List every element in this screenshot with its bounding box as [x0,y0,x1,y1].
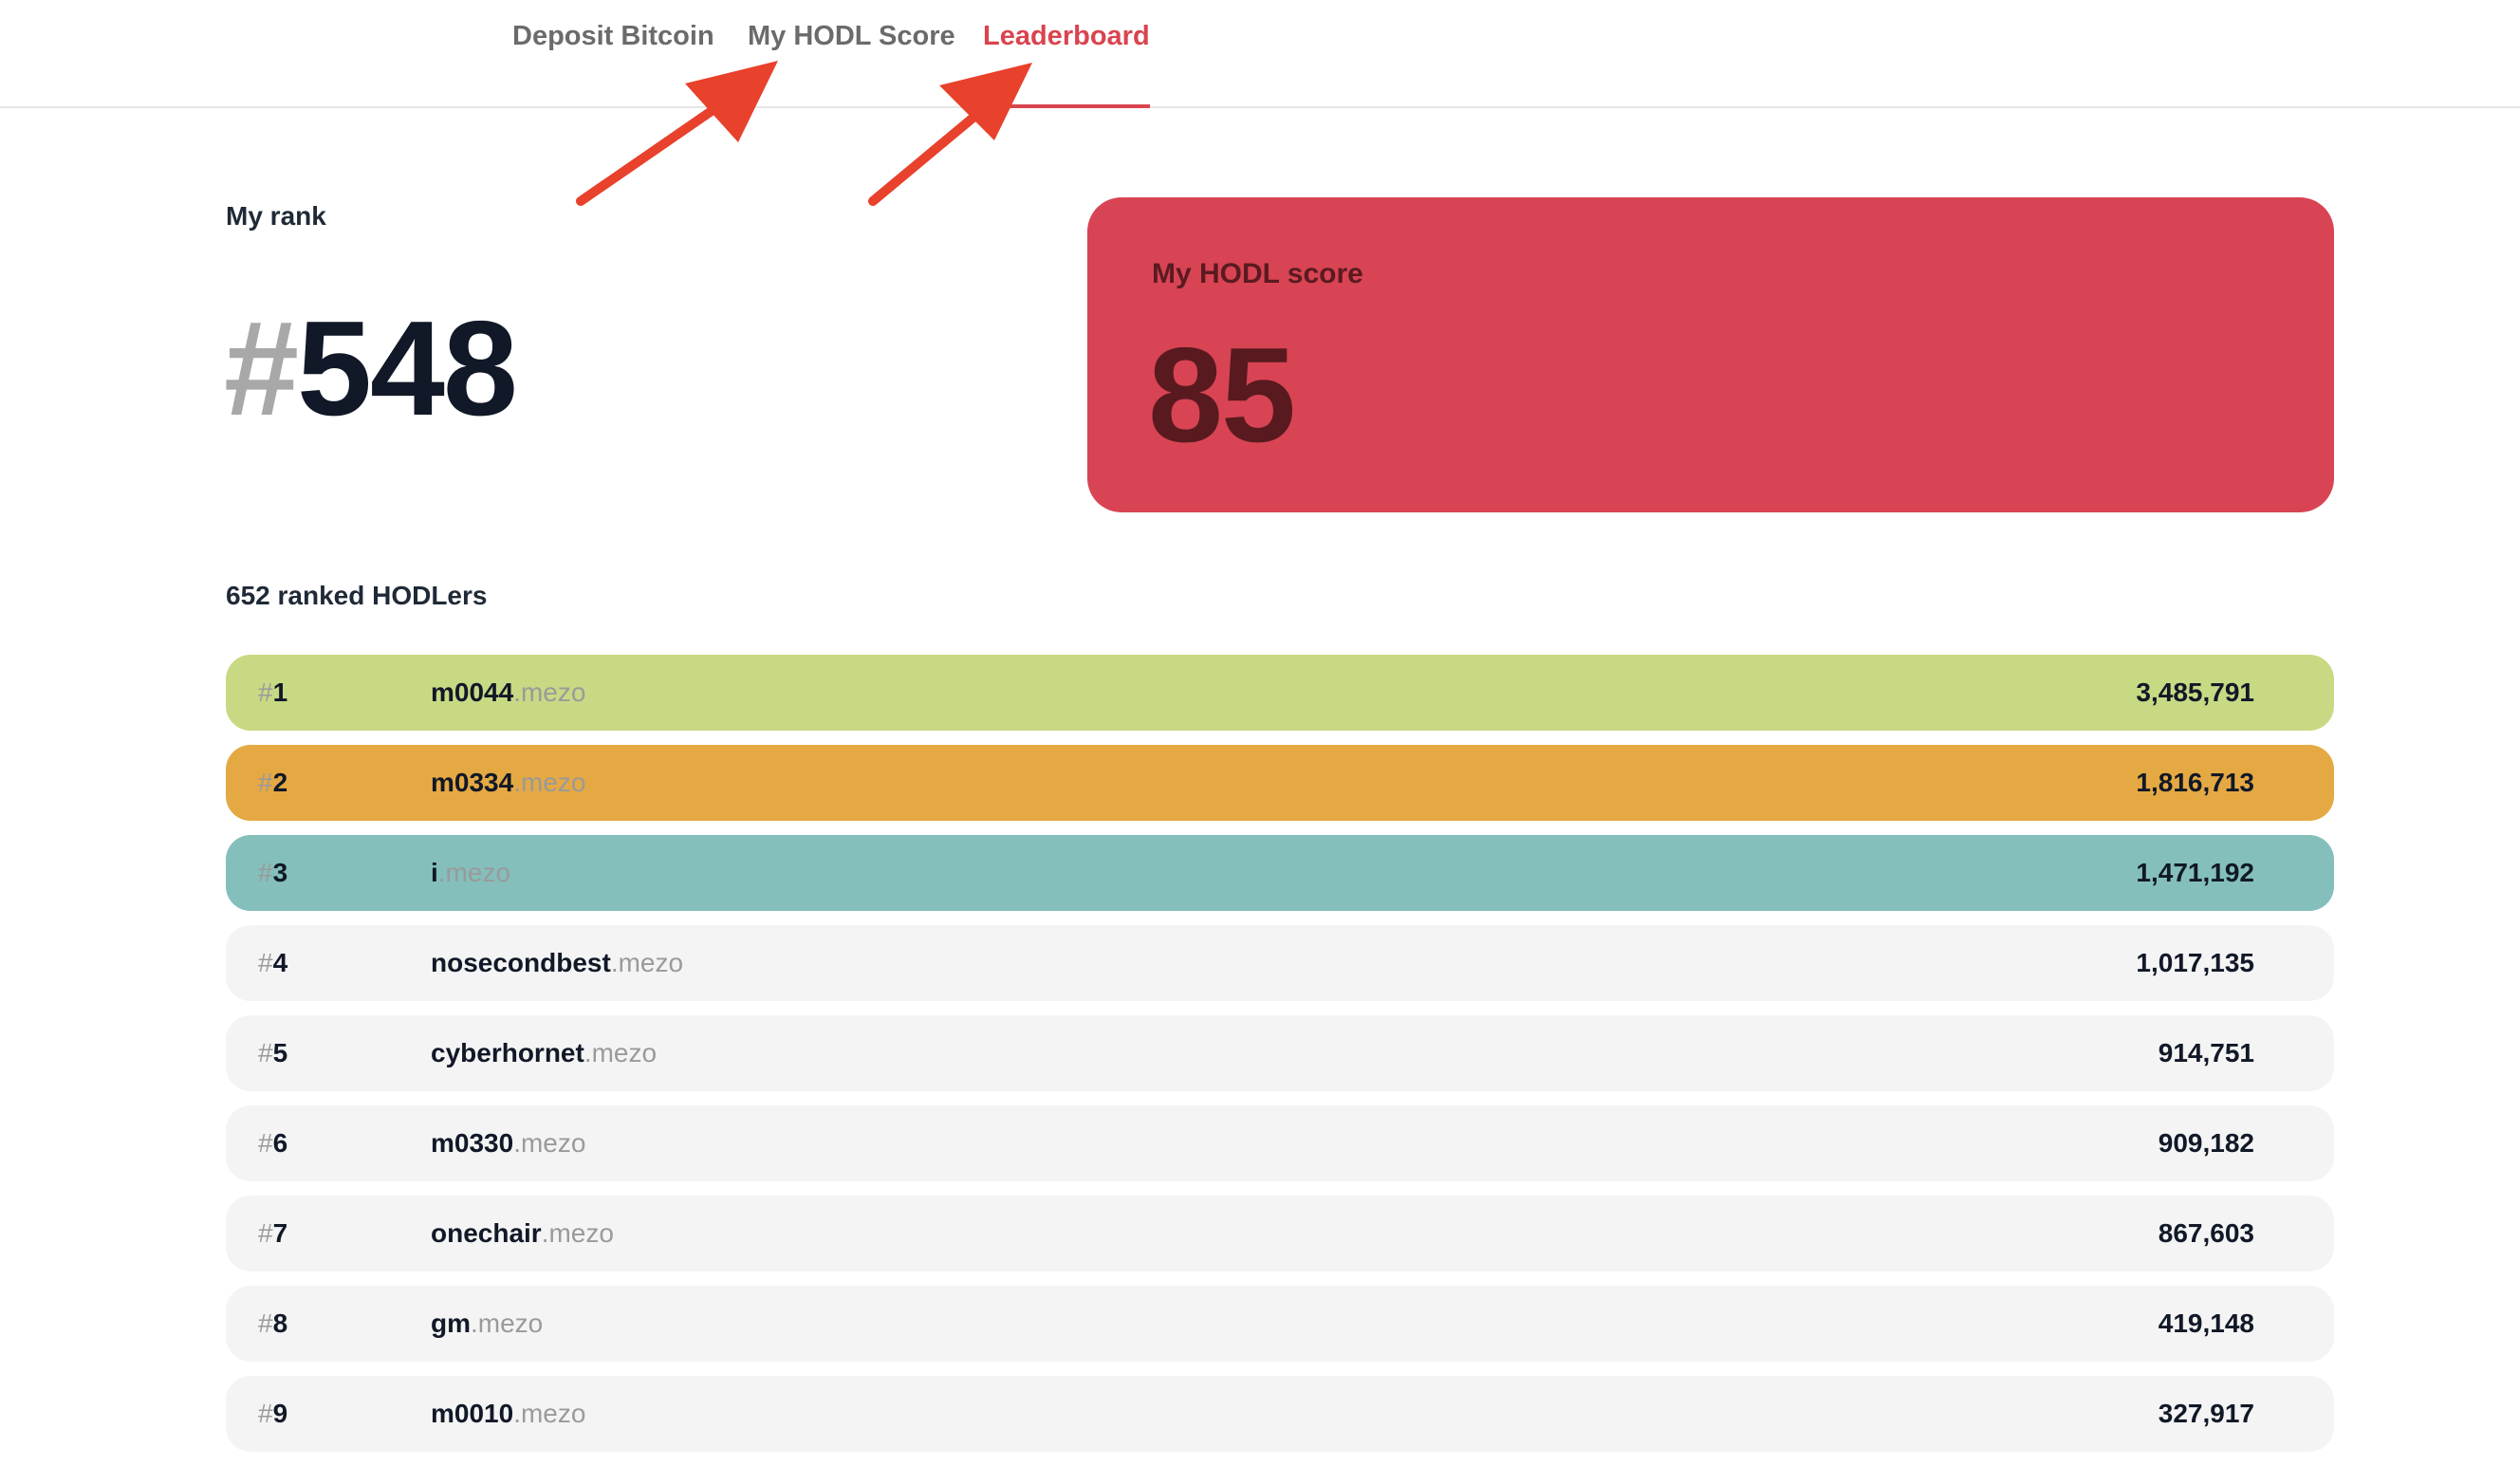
leaderboard-row[interactable]: #2 m0334.mezo 1,816,713 [226,745,2334,821]
hodl-score-card: My HODL score 85 [1087,197,2334,512]
row-username-suffix: .mezo [541,1218,614,1248]
row-rank-hash: # [258,768,273,797]
row-username-main: m0330 [431,1128,514,1158]
rank-number: 548 [296,293,518,444]
row-username: m0010.mezo [431,1399,585,1429]
row-rank: #8 [258,1308,287,1339]
row-score: 867,603 [2158,1218,2254,1248]
leaderboard-row[interactable]: #8 gm.mezo 419,148 [226,1286,2334,1362]
row-score: 909,182 [2158,1128,2254,1158]
row-rank-hash: # [258,677,273,707]
tab-deposit-bitcoin[interactable]: Deposit Bitcoin [512,21,714,106]
row-username-main: gm [431,1308,471,1338]
top-navigation: Deposit Bitcoin My HODL Score Leaderboar… [0,0,2520,108]
row-score: 914,751 [2158,1038,2254,1067]
row-username-suffix: .mezo [513,768,586,797]
row-rank: #7 [258,1218,287,1249]
row-score: 1,017,135 [2136,948,2254,977]
row-rank-number: 6 [272,1128,288,1158]
row-rank: #9 [258,1399,287,1429]
row-rank-hash: # [258,858,273,887]
row-username-suffix: .mezo [471,1308,544,1338]
row-username: onechair.mezo [431,1218,614,1249]
row-rank: #1 [258,677,287,708]
row-username-main: i [431,858,438,887]
row-rank-hash: # [258,948,273,977]
my-rank-value: #548 [224,302,518,436]
leaderboard-row[interactable]: #1 m0044.mezo 3,485,791 [226,655,2334,731]
row-rank: #2 [258,768,287,798]
row-score: 327,917 [2158,1399,2254,1428]
row-username: m0330.mezo [431,1128,585,1159]
hodl-score-value: 85 [1148,320,1296,471]
row-rank: #4 [258,948,287,978]
row-rank-number: 9 [272,1399,288,1428]
row-username: cyberhornet.mezo [431,1038,657,1068]
leaderboard-row[interactable]: #7 onechair.mezo 867,603 [226,1196,2334,1271]
row-username-suffix: .mezo [513,677,586,707]
row-rank-hash: # [258,1128,273,1158]
row-username: gm.mezo [431,1308,543,1339]
ranked-hodlers-count: 652 ranked HODLers [226,581,488,610]
leaderboard-row[interactable]: #5 cyberhornet.mezo 914,751 [226,1015,2334,1091]
leaderboard-row[interactable]: #6 m0330.mezo 909,182 [226,1105,2334,1181]
row-rank-number: 3 [272,858,288,887]
leaderboard-row[interactable]: #9 m0010.mezo 327,917 [226,1376,2334,1452]
row-username-main: m0010 [431,1399,514,1428]
row-score: 3,485,791 [2136,677,2254,707]
hodl-score-label: My HODL score [1152,258,1363,289]
row-rank-number: 5 [272,1038,288,1067]
row-rank-number: 2 [272,768,288,797]
row-rank-number: 7 [272,1218,288,1248]
row-rank: #6 [258,1128,287,1159]
row-username-main: cyberhornet [431,1038,584,1067]
row-username: m0044.mezo [431,677,585,708]
row-score: 419,148 [2158,1308,2254,1338]
my-rank-label: My rank [226,201,326,231]
row-username-suffix: .mezo [513,1399,586,1428]
row-username: m0334.mezo [431,768,585,798]
row-rank-number: 4 [272,948,288,977]
row-score: 1,816,713 [2136,768,2254,797]
tab-my-hodl-score[interactable]: My HODL Score [748,21,955,106]
rank-hash-symbol: # [224,293,299,444]
row-username-main: m0044 [431,677,514,707]
row-rank-hash: # [258,1308,273,1338]
row-rank: #3 [258,858,287,888]
row-rank-hash: # [258,1218,273,1248]
row-score: 1,471,192 [2136,858,2254,887]
leaderboard-list: #1 m0044.mezo 3,485,791 #2 m0334.mezo 1,… [226,655,2334,1466]
tab-leaderboard[interactable]: Leaderboard [983,21,1150,108]
leaderboard-row[interactable]: #3 i.mezo 1,471,192 [226,835,2334,911]
row-username: nosecondbest.mezo [431,948,683,978]
row-username-main: m0334 [431,768,514,797]
row-username-main: onechair [431,1218,542,1248]
row-rank-hash: # [258,1038,273,1067]
row-rank-number: 1 [272,677,288,707]
row-rank: #5 [258,1038,287,1068]
row-username-suffix: .mezo [513,1128,586,1158]
row-username-suffix: .mezo [610,948,684,977]
row-username-main: nosecondbest [431,948,611,977]
leaderboard-row[interactable]: #4 nosecondbest.mezo 1,017,135 [226,925,2334,1001]
row-username: i.mezo [431,858,510,888]
row-rank-hash: # [258,1399,273,1428]
row-username-suffix: .mezo [437,858,511,887]
row-rank-number: 8 [272,1308,288,1338]
row-username-suffix: .mezo [584,1038,658,1067]
